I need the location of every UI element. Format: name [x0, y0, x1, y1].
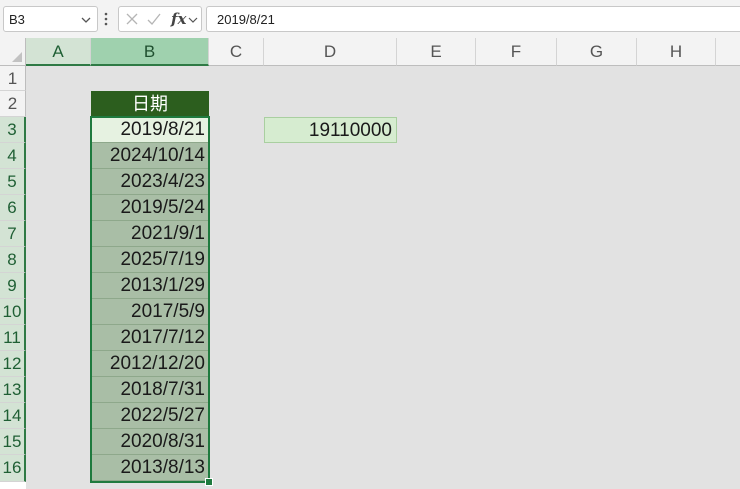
row-header[interactable]: 13	[0, 377, 26, 403]
cell-b3[interactable]: 2019/8/21	[91, 117, 209, 143]
column-header-g[interactable]: G	[557, 38, 637, 66]
column-header-a[interactable]: A	[26, 38, 91, 66]
grid-line	[716, 66, 717, 489]
name-box[interactable]: B3	[3, 6, 98, 32]
row-header[interactable]: 8	[0, 247, 26, 273]
cell-d3[interactable]: 19110000	[264, 117, 397, 143]
cell-b9[interactable]: 2013/1/29	[91, 273, 209, 299]
cell-b6[interactable]: 2019/5/24	[91, 195, 209, 221]
chevron-down-icon[interactable]	[81, 15, 91, 25]
grid-line	[476, 66, 477, 489]
column-header-f[interactable]: F	[476, 38, 557, 66]
row-header[interactable]: 10	[0, 299, 26, 325]
formula-actions: fx	[118, 6, 202, 32]
select-all-icon	[12, 52, 22, 62]
row-header[interactable]: 14	[0, 403, 26, 429]
column-header-c[interactable]: C	[209, 38, 264, 66]
column-header-e[interactable]: E	[397, 38, 476, 66]
formula-bar: B3 fx 2019/8/21	[0, 0, 740, 38]
formula-input[interactable]: 2019/8/21	[206, 6, 740, 32]
cell-b5[interactable]: 2023/4/23	[91, 169, 209, 195]
fill-handle[interactable]	[205, 478, 213, 486]
row-header[interactable]: 11	[0, 325, 26, 351]
row-header[interactable]: 4	[0, 143, 26, 169]
cell-b4[interactable]: 2024/10/14	[91, 143, 209, 169]
row-header[interactable]: 1	[0, 66, 26, 91]
chevron-down-icon[interactable]	[188, 16, 198, 24]
cell-b10[interactable]: 2017/5/9	[91, 299, 209, 325]
cell-b8[interactable]: 2025/7/19	[91, 247, 209, 273]
grid-line	[209, 66, 210, 489]
cell-b13[interactable]: 2018/7/31	[91, 377, 209, 403]
row-header[interactable]: 6	[0, 195, 26, 221]
cell-b12[interactable]: 2012/12/20	[91, 351, 209, 377]
row-header[interactable]: 15	[0, 429, 26, 455]
column-header-d[interactable]: D	[264, 38, 397, 66]
row-header[interactable]: 5	[0, 169, 26, 195]
column-header-b[interactable]: B	[91, 38, 209, 66]
more-options-icon[interactable]	[104, 10, 108, 28]
cell-b7[interactable]: 2021/9/1	[91, 221, 209, 247]
check-icon[interactable]	[146, 12, 162, 26]
row-header[interactable]: 9	[0, 273, 26, 299]
column-header-h[interactable]: H	[637, 38, 716, 66]
row-header[interactable]: 12	[0, 351, 26, 377]
row-header[interactable]: 3	[0, 117, 26, 143]
insert-function-button[interactable]: fx	[171, 10, 186, 28]
formula-value: 2019/8/21	[217, 12, 275, 27]
row-header[interactable]: 16	[0, 455, 26, 482]
grid-line	[557, 66, 558, 489]
grid-line	[637, 66, 638, 489]
cancel-icon[interactable]	[125, 12, 139, 26]
row-header[interactable]: 2	[0, 91, 26, 117]
cell-b2-header[interactable]: 日期	[91, 91, 209, 117]
cell-b16[interactable]: 2013/8/13	[91, 455, 209, 481]
name-box-value: B3	[9, 12, 25, 27]
row-header[interactable]: 7	[0, 221, 26, 247]
select-all-corner[interactable]	[0, 38, 26, 66]
grid-line	[397, 66, 398, 489]
cell-b15[interactable]: 2020/8/31	[91, 429, 209, 455]
column-header-next[interactable]	[716, 38, 740, 66]
cell-b11[interactable]: 2017/7/12	[91, 325, 209, 351]
cell-b14[interactable]: 2022/5/27	[91, 403, 209, 429]
